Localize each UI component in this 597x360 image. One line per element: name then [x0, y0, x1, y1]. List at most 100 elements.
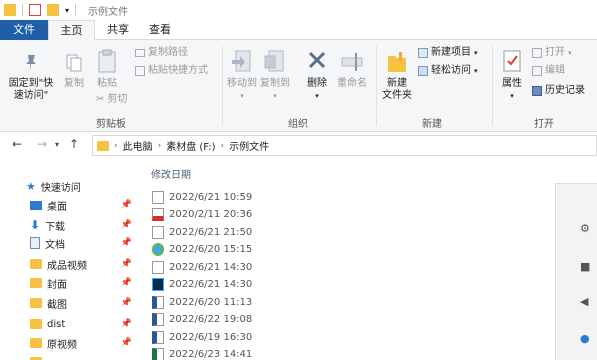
chevron-down-icon: ▾: [474, 67, 478, 75]
record-icon[interactable]: ●: [580, 332, 590, 345]
pin-icon[interactable]: 📌: [121, 220, 132, 230]
up-arrow-icon[interactable]: ↑: [69, 137, 79, 151]
tab-home[interactable]: 主页: [48, 20, 95, 40]
tab-share[interactable]: 共享: [98, 20, 138, 40]
new-folder-button[interactable]: 新建 文件夹: [380, 48, 414, 102]
properties-quick-icon[interactable]: [29, 4, 41, 16]
nav-item-label: 截图: [47, 299, 67, 311]
open-button[interactable]: 打开 ▾: [532, 46, 572, 60]
nav-item-partial[interactable]: [30, 352, 136, 360]
star-icon: ★: [26, 179, 36, 193]
tab-view[interactable]: 查看: [140, 20, 180, 40]
nav-quick-access-label: 快速访问: [40, 182, 81, 194]
breadcrumb-this-pc[interactable]: 此电脑: [123, 138, 153, 153]
speaker-icon[interactable]: ◀: [580, 295, 588, 308]
properties-button[interactable]: 属性 ▾: [497, 48, 527, 102]
chevron-right-icon[interactable]: ›: [114, 141, 118, 151]
nav-item-downloads[interactable]: ⬇ 下载 📌: [30, 215, 136, 235]
nav-item-original-videos[interactable]: 原视频 📌: [30, 333, 136, 353]
blank-file-icon: [152, 225, 164, 239]
pin-to-quick-access-button[interactable]: 固定到"快 速访问": [6, 52, 56, 102]
table-row[interactable]: 2022/6/22 19:08: [152, 311, 252, 327]
divider: [492, 46, 493, 126]
tab-file[interactable]: 文件: [0, 20, 48, 40]
paste-shortcut-button[interactable]: 粘贴快捷方式: [135, 64, 208, 78]
chevron-down-icon: ▾: [273, 92, 277, 100]
customize-quick-access-icon[interactable]: ▾: [65, 6, 69, 15]
window-title: 示例文件: [88, 6, 129, 18]
nav-item-dist[interactable]: dist 📌: [30, 314, 136, 334]
history-button[interactable]: 历史记录: [532, 84, 585, 98]
folder-icon: [30, 259, 42, 269]
table-row[interactable]: 2022/6/21 14:30: [152, 276, 252, 292]
file-date: 2022/6/22 19:08: [169, 313, 253, 325]
word-file-icon: [152, 312, 164, 326]
pin-icon[interactable]: 📌: [121, 278, 132, 288]
nav-item-desktop[interactable]: 桌面 📌: [30, 195, 136, 215]
new-item-button[interactable]: 新建项目 ▾: [418, 46, 478, 60]
nav-item-label: 文档: [45, 239, 65, 251]
breadcrumb-drive[interactable]: 素材盘 (F:): [166, 138, 215, 153]
nav-quick-access[interactable]: ★ 快速访问: [26, 176, 132, 196]
chevron-right-icon[interactable]: ›: [158, 141, 162, 151]
back-arrow-icon[interactable]: ←: [12, 137, 22, 151]
paste-shortcut-label: 粘贴快捷方式: [148, 65, 208, 76]
camera-icon[interactable]: ■: [580, 260, 590, 273]
scissors-icon: ✂: [96, 94, 105, 105]
pin-icon[interactable]: 📌: [121, 319, 132, 329]
table-row[interactable]: 2022/6/21 14:30: [152, 259, 252, 275]
table-row[interactable]: 2022/6/21 10:59: [152, 189, 252, 205]
column-header-modified-date[interactable]: 修改日期: [151, 166, 191, 181]
nav-item-cover[interactable]: 封面 📌: [30, 273, 136, 293]
folder-icon: [30, 298, 42, 308]
copy-path-button[interactable]: 复制路径: [135, 46, 188, 60]
cut-button[interactable]: ✂ 剪切: [96, 93, 127, 107]
download-icon: ⬇: [30, 218, 41, 232]
recent-locations-icon[interactable]: ▾: [55, 140, 59, 149]
divider: [376, 46, 377, 126]
paste-button[interactable]: 粘贴: [93, 48, 121, 90]
nav-item-screenshots[interactable]: 截图 📌: [30, 293, 136, 313]
table-row[interactable]: 2022/6/20 15:15: [152, 241, 252, 257]
properties-icon: [503, 50, 521, 72]
pin-icon[interactable]: 📌: [121, 338, 132, 348]
table-row[interactable]: 2022/6/19 16:30: [152, 329, 252, 345]
copy-to-button[interactable]: 复制到 ▾: [259, 48, 291, 102]
ribbon: 固定到"快 速访问" 复制 粘贴 复制路径 粘贴快捷方式 ✂ 剪切 剪贴板 移动…: [0, 40, 597, 132]
nav-item-documents[interactable]: 文档 📌: [30, 233, 136, 253]
easy-access-button[interactable]: 轻松访问 ▾: [418, 64, 478, 78]
move-to-icon: [232, 50, 251, 72]
history-label: 历史记录: [545, 85, 585, 96]
forward-arrow-icon[interactable]: →: [37, 137, 47, 151]
open-icon: [532, 48, 542, 58]
copy-button[interactable]: 复制: [60, 52, 88, 90]
pin-icon[interactable]: 📌: [121, 238, 132, 248]
pin-icon[interactable]: 📌: [121, 200, 132, 210]
group-label-open: 打开: [534, 119, 554, 130]
table-row[interactable]: 2022/6/21 21:50: [152, 224, 252, 240]
nav-item-finished-videos[interactable]: 成品视频 📌: [30, 254, 136, 274]
move-to-label: 移动到: [227, 78, 257, 89]
easy-access-label: 轻松访问: [431, 65, 471, 76]
rename-button[interactable]: 重命名: [335, 48, 369, 90]
address-row: ← → ▾ ↑ › 此电脑 › 素材盘 (F:) › 示例文件: [0, 133, 597, 157]
file-date: 2022/6/21 21:50: [169, 226, 253, 238]
history-icon: [532, 86, 542, 96]
breadcrumb-folder[interactable]: 示例文件: [229, 138, 269, 153]
edit-button[interactable]: 编辑: [532, 64, 565, 78]
move-to-button[interactable]: 移动到 ▾: [226, 48, 258, 102]
table-row[interactable]: 2022/6/23 14:41: [152, 346, 252, 360]
new-item-label: 新建项目: [431, 47, 471, 58]
new-folder-label-2: 文件夹: [382, 90, 412, 101]
address-bar[interactable]: › 此电脑 › 素材盘 (F:) › 示例文件: [92, 135, 597, 156]
new-folder-quick-icon[interactable]: [47, 4, 59, 16]
pin-icon[interactable]: 📌: [121, 259, 132, 269]
table-row[interactable]: 2022/6/20 11:13: [152, 294, 252, 310]
delete-button[interactable]: 删除 ▾: [302, 48, 332, 102]
pin-icon[interactable]: 📌: [121, 298, 132, 308]
pin-label-line2: 速访问": [13, 90, 49, 101]
blank-file-icon: [152, 190, 164, 204]
gear-icon[interactable]: ⚙: [580, 222, 590, 235]
table-row[interactable]: 2020/2/11 20:36: [152, 206, 252, 222]
chevron-right-icon[interactable]: ›: [221, 141, 225, 151]
